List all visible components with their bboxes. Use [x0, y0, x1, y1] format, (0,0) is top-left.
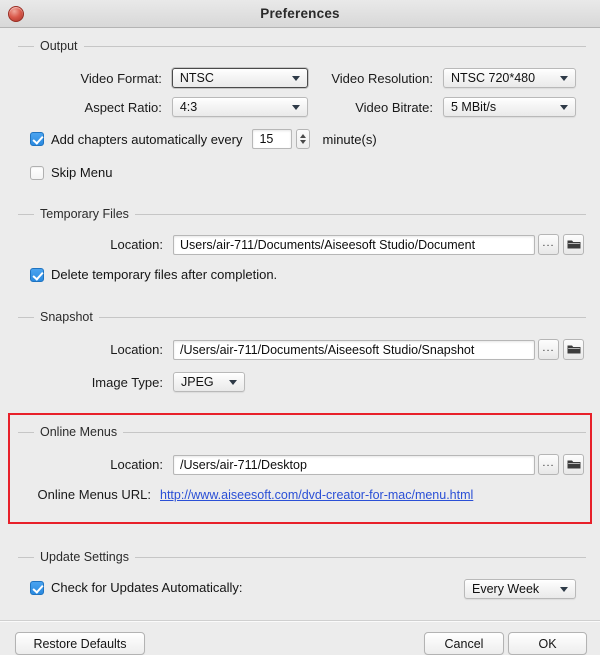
- group-online-menus-title: Online Menus: [34, 424, 124, 441]
- row-video-format: Video Format: NTSC: [18, 68, 308, 88]
- delete-temp-checkbox[interactable]: [30, 267, 44, 282]
- skip-menu-label: Skip Menu: [51, 165, 113, 180]
- image-type-label: Image Type:: [91, 374, 163, 390]
- group-output-title: Output: [34, 38, 84, 55]
- minutes-unit-label: minute(s): [322, 131, 377, 147]
- row-skip-menu: Skip Menu: [30, 165, 112, 180]
- video-format-label: Video Format:: [80, 70, 162, 86]
- group-output: Output: [18, 38, 586, 55]
- video-resolution-select[interactable]: NTSC 720*480: [443, 68, 576, 88]
- footer-divider-highlight: [0, 621, 600, 622]
- row-online-menus-location: Location: /Users/air-711/Desktop ...: [18, 454, 586, 475]
- video-format-select[interactable]: NTSC: [171, 68, 308, 88]
- row-add-chapters: Add chapters automatically every 15 minu…: [30, 129, 377, 149]
- update-frequency-value: Every Week: [472, 582, 540, 596]
- row-temp-location: Location: Users/air-711/Documents/Aisees…: [18, 234, 586, 255]
- video-format-value: NTSC: [179, 71, 214, 85]
- ok-button[interactable]: OK: [508, 632, 587, 655]
- image-type-value: JPEG: [181, 375, 214, 389]
- ellipsis-icon: ...: [542, 457, 555, 469]
- chevron-down-icon: [292, 105, 300, 110]
- video-bitrate-value: 5 MBit/s: [451, 100, 497, 114]
- ellipsis-icon: ...: [542, 342, 555, 354]
- folder-icon: [567, 344, 581, 355]
- online-menus-browse-dots-button[interactable]: ...: [538, 454, 559, 475]
- video-bitrate-label: Video Bitrate:: [355, 99, 433, 115]
- chevron-down-icon: [292, 76, 300, 81]
- window-titlebar: Preferences: [0, 0, 600, 28]
- aspect-ratio-value: 4:3: [179, 100, 198, 114]
- group-snapshot: Snapshot: [18, 309, 586, 326]
- online-menus-location-label: Location:: [110, 457, 163, 472]
- row-image-type: Image Type: JPEG: [18, 372, 245, 392]
- row-snapshot-location: Location: /Users/air-711/Documents/Aisee…: [18, 339, 586, 360]
- check-updates-checkbox[interactable]: [30, 580, 44, 595]
- add-chapters-label: Add chapters automatically every: [51, 131, 243, 147]
- snapshot-location-value: /Users/air-711/Documents/Aiseesoft Studi…: [180, 342, 475, 357]
- video-bitrate-select[interactable]: 5 MBit/s: [443, 97, 576, 117]
- row-aspect-ratio: Aspect Ratio: 4:3: [18, 97, 308, 117]
- row-delete-temp: Delete temporary files after completion.: [30, 267, 277, 282]
- group-snapshot-title: Snapshot: [34, 309, 99, 326]
- chapter-interval-input[interactable]: 15: [252, 129, 293, 149]
- aspect-ratio-select[interactable]: 4:3: [171, 97, 308, 117]
- row-video-bitrate: Video Bitrate: 5 MBit/s: [305, 97, 585, 117]
- video-resolution-value: NTSC 720*480: [451, 71, 536, 85]
- row-video-resolution: Video Resolution: NTSC 720*480: [305, 68, 585, 88]
- chevron-down-icon: [560, 105, 568, 110]
- temp-location-label: Location:: [110, 237, 163, 252]
- group-temporary-files-title: Temporary Files: [34, 206, 135, 223]
- preferences-body: Output Video Format: NTSC Video Resoluti…: [0, 28, 600, 655]
- temp-location-value: Users/air-711/Documents/Aiseesoft Studio…: [180, 237, 476, 252]
- temp-browse-dots-button[interactable]: ...: [538, 234, 559, 255]
- cancel-button[interactable]: Cancel: [424, 632, 504, 655]
- snapshot-browse-dots-button[interactable]: ...: [538, 339, 559, 360]
- row-check-updates: Check for Updates Automatically:: [30, 580, 242, 595]
- online-menus-location-input[interactable]: /Users/air-711/Desktop: [173, 454, 535, 475]
- group-update-settings-title: Update Settings: [34, 549, 135, 566]
- restore-defaults-button[interactable]: Restore Defaults: [15, 632, 145, 655]
- group-temporary-files: Temporary Files: [18, 206, 586, 223]
- add-chapters-checkbox[interactable]: [30, 132, 44, 146]
- stepper-up-icon[interactable]: [300, 134, 307, 138]
- ellipsis-icon: ...: [542, 237, 555, 249]
- delete-temp-label: Delete temporary files after completion.: [51, 267, 278, 282]
- online-menus-open-folder-button[interactable]: [563, 454, 584, 475]
- snapshot-open-folder-button[interactable]: [563, 339, 584, 360]
- group-update-settings: Update Settings: [18, 549, 586, 566]
- chevron-down-icon: [560, 587, 568, 592]
- image-type-select[interactable]: JPEG: [173, 372, 245, 392]
- stepper-down-icon[interactable]: [300, 140, 307, 144]
- chevron-down-icon: [229, 380, 237, 385]
- close-circle-icon[interactable]: [8, 6, 24, 22]
- chevron-down-icon: [560, 76, 568, 81]
- group-divider-line: [18, 317, 586, 318]
- temp-location-input[interactable]: Users/air-711/Documents/Aiseesoft Studio…: [173, 234, 535, 255]
- skip-menu-checkbox[interactable]: [30, 165, 44, 180]
- check-updates-label: Check for Updates Automatically:: [51, 580, 243, 595]
- aspect-ratio-label: Aspect Ratio:: [84, 99, 162, 115]
- window-title: Preferences: [260, 6, 340, 21]
- snapshot-location-input[interactable]: /Users/air-711/Documents/Aiseesoft Studi…: [173, 339, 535, 360]
- online-menus-url-label: Online Menus URL:: [37, 487, 151, 502]
- update-frequency-select[interactable]: Every Week: [464, 579, 576, 599]
- temp-open-folder-button[interactable]: [563, 234, 584, 255]
- group-online-menus: Online Menus: [18, 424, 586, 441]
- online-menus-location-value: /Users/air-711/Desktop: [180, 457, 307, 472]
- chapter-interval-stepper[interactable]: [296, 129, 311, 149]
- online-menus-url-link[interactable]: http://www.aiseesoft.com/dvd-creator-for…: [160, 488, 473, 502]
- folder-icon: [567, 459, 581, 470]
- chapter-interval-value: 15: [259, 132, 274, 146]
- folder-icon: [567, 239, 581, 250]
- snapshot-location-label: Location:: [110, 342, 163, 357]
- video-resolution-label: Video Resolution:: [331, 70, 433, 86]
- row-online-menus-url: Online Menus URL: http://www.aiseesoft.c…: [18, 487, 474, 502]
- row-update-frequency: Every Week: [464, 579, 576, 599]
- group-divider-line: [18, 46, 586, 47]
